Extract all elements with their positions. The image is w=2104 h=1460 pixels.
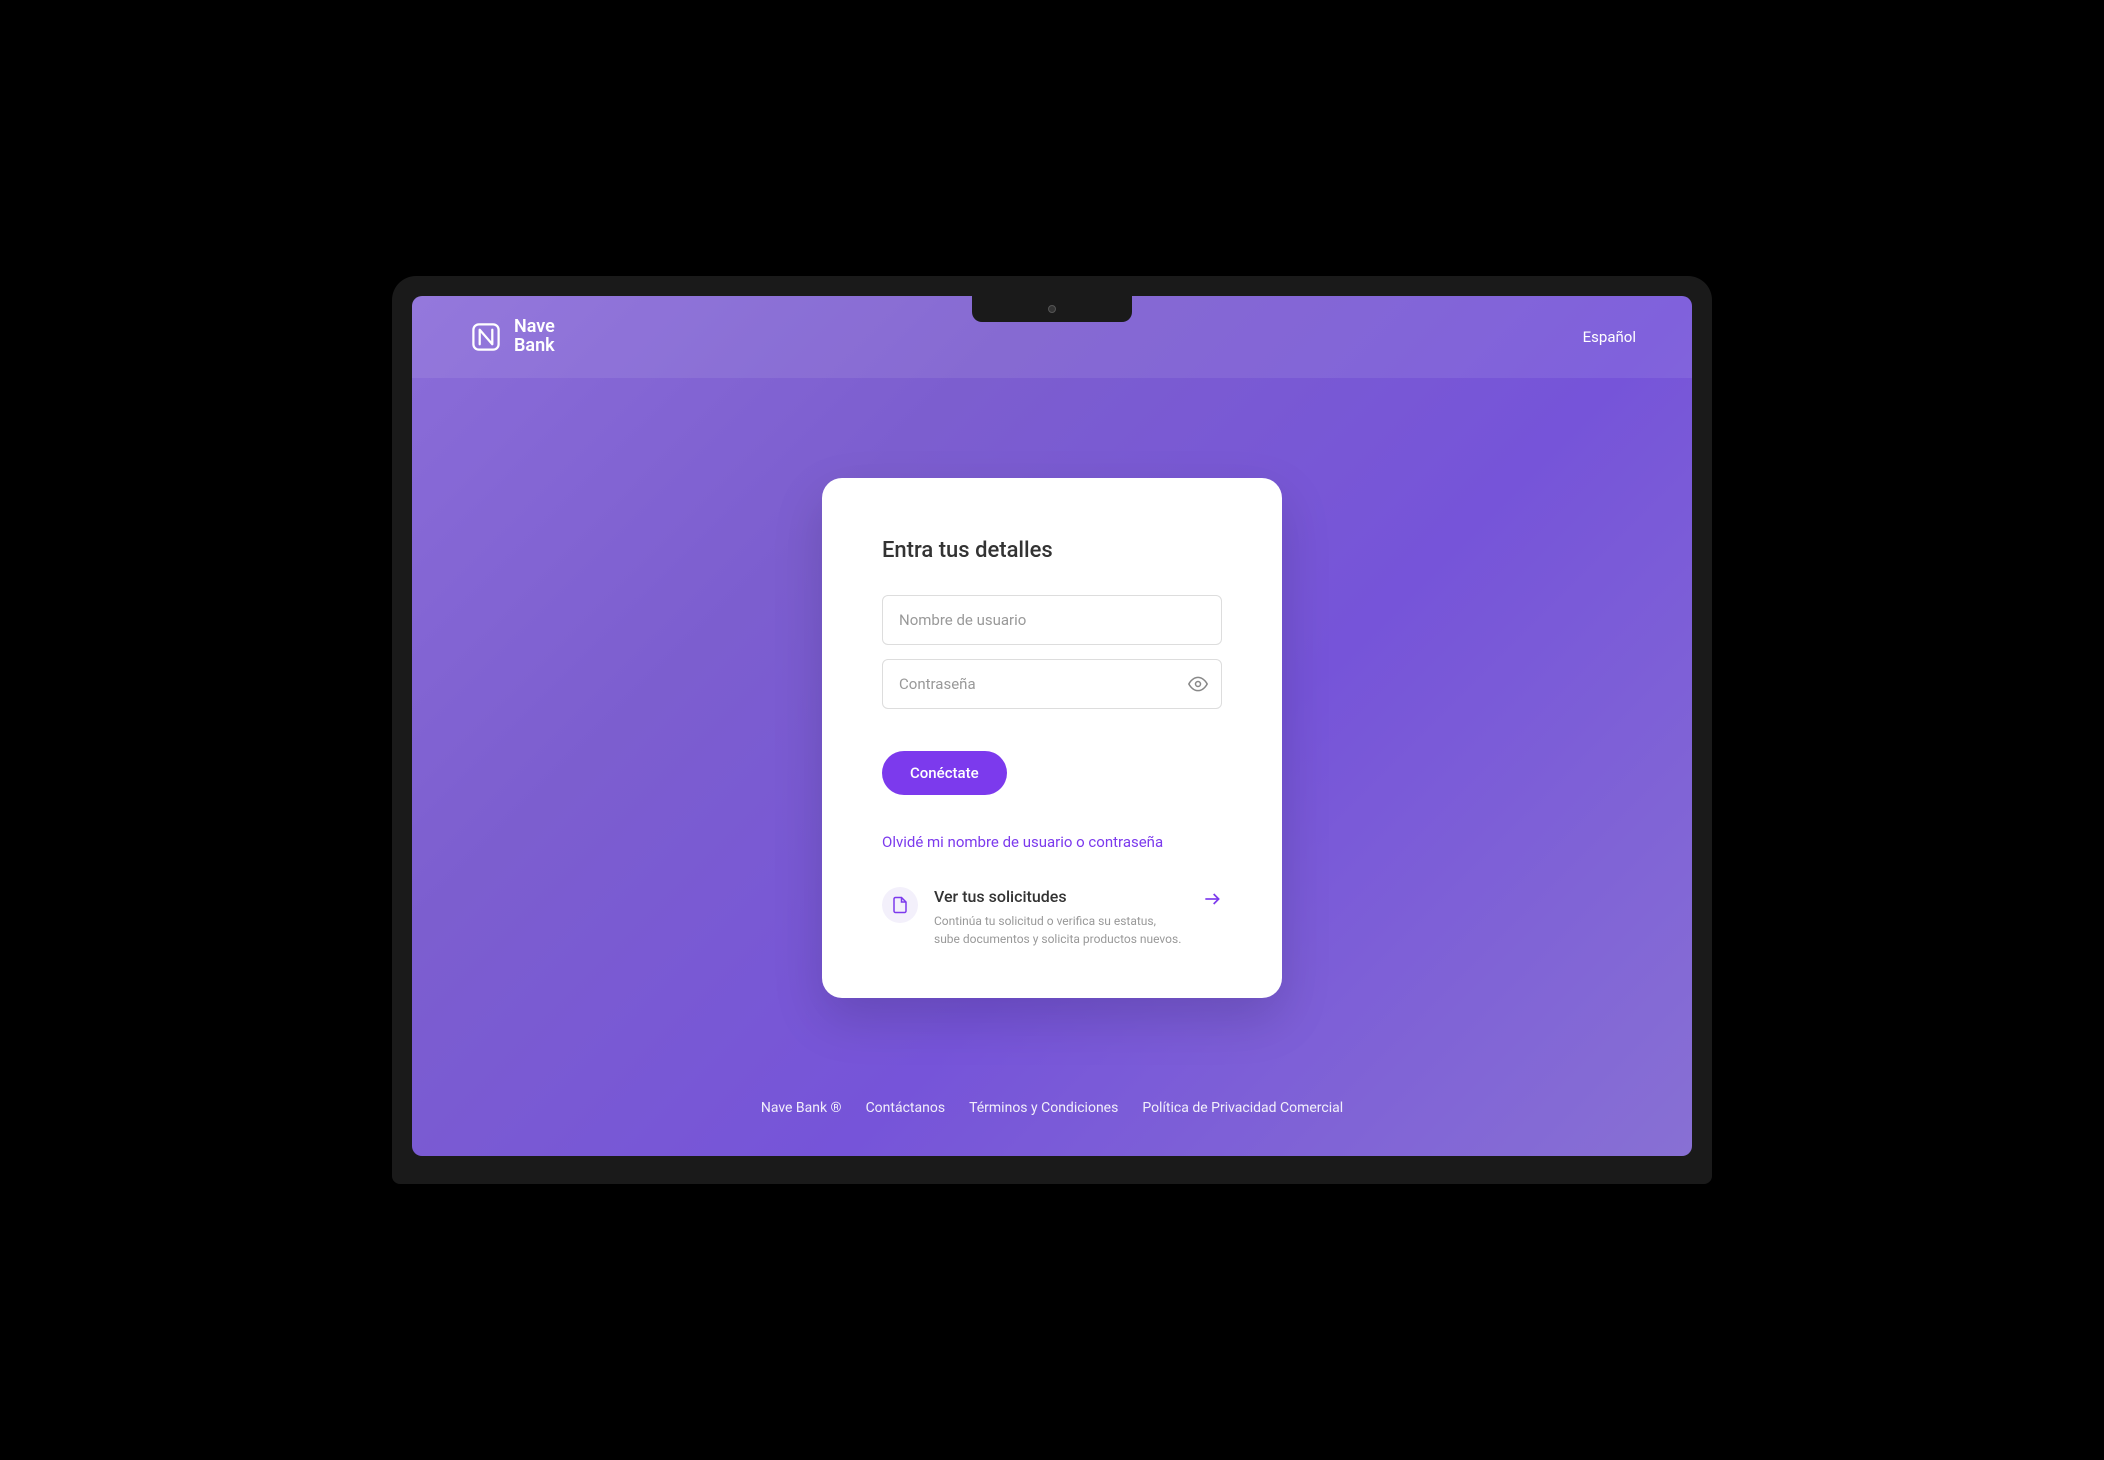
- login-button[interactable]: Conéctate: [882, 751, 1007, 795]
- password-visibility-toggle[interactable]: [1188, 674, 1208, 694]
- footer-terms-link[interactable]: Términos y Condiciones: [969, 1100, 1118, 1116]
- requests-content: Ver tus solicitudes Continúa tu solicitu…: [934, 887, 1222, 948]
- main-content: Entra tus detalles Conéctate: [412, 378, 1692, 1070]
- footer: Nave Bank ® Contáctanos Términos y Condi…: [412, 1070, 1692, 1156]
- requests-description: Continúa tu solicitud o verifica su esta…: [934, 912, 1222, 948]
- brand-name: Nave Bank: [514, 318, 555, 356]
- footer-contact-link[interactable]: Contáctanos: [866, 1100, 946, 1116]
- login-card: Entra tus detalles Conéctate: [822, 478, 1282, 998]
- arrow-right-icon: [1202, 889, 1222, 913]
- brand-logo[interactable]: Nave Bank: [468, 318, 555, 356]
- password-input[interactable]: [882, 659, 1222, 709]
- username-input[interactable]: [882, 595, 1222, 645]
- screen: Nave Bank Español Entra tus detalles: [412, 296, 1692, 1156]
- requests-desc-line1: Continúa tu solicitud o verifica su esta…: [934, 914, 1156, 928]
- laptop-notch: [972, 296, 1132, 322]
- language-selector[interactable]: Español: [1583, 328, 1636, 346]
- brand-line2: Bank: [514, 337, 555, 356]
- navebank-logo-icon: [468, 319, 504, 355]
- password-group: [882, 659, 1222, 709]
- login-title: Entra tus detalles: [882, 538, 1222, 563]
- requests-title: Ver tus solicitudes: [934, 887, 1222, 906]
- laptop-frame: Nave Bank Español Entra tus detalles: [392, 276, 1712, 1184]
- footer-brand: Nave Bank ®: [761, 1100, 842, 1116]
- username-group: [882, 595, 1222, 645]
- eye-icon: [1188, 674, 1208, 694]
- view-requests-link[interactable]: Ver tus solicitudes Continúa tu solicitu…: [882, 887, 1222, 948]
- document-icon-wrapper: [882, 887, 918, 923]
- document-icon: [891, 896, 909, 914]
- requests-desc-line2: sube documentos y solicita productos nue…: [934, 932, 1181, 946]
- forgot-credentials-link[interactable]: Olvidé mi nombre de usuario o contraseña: [882, 833, 1222, 851]
- footer-privacy-link[interactable]: Política de Privacidad Comercial: [1142, 1100, 1343, 1116]
- camera-dot: [1048, 305, 1056, 313]
